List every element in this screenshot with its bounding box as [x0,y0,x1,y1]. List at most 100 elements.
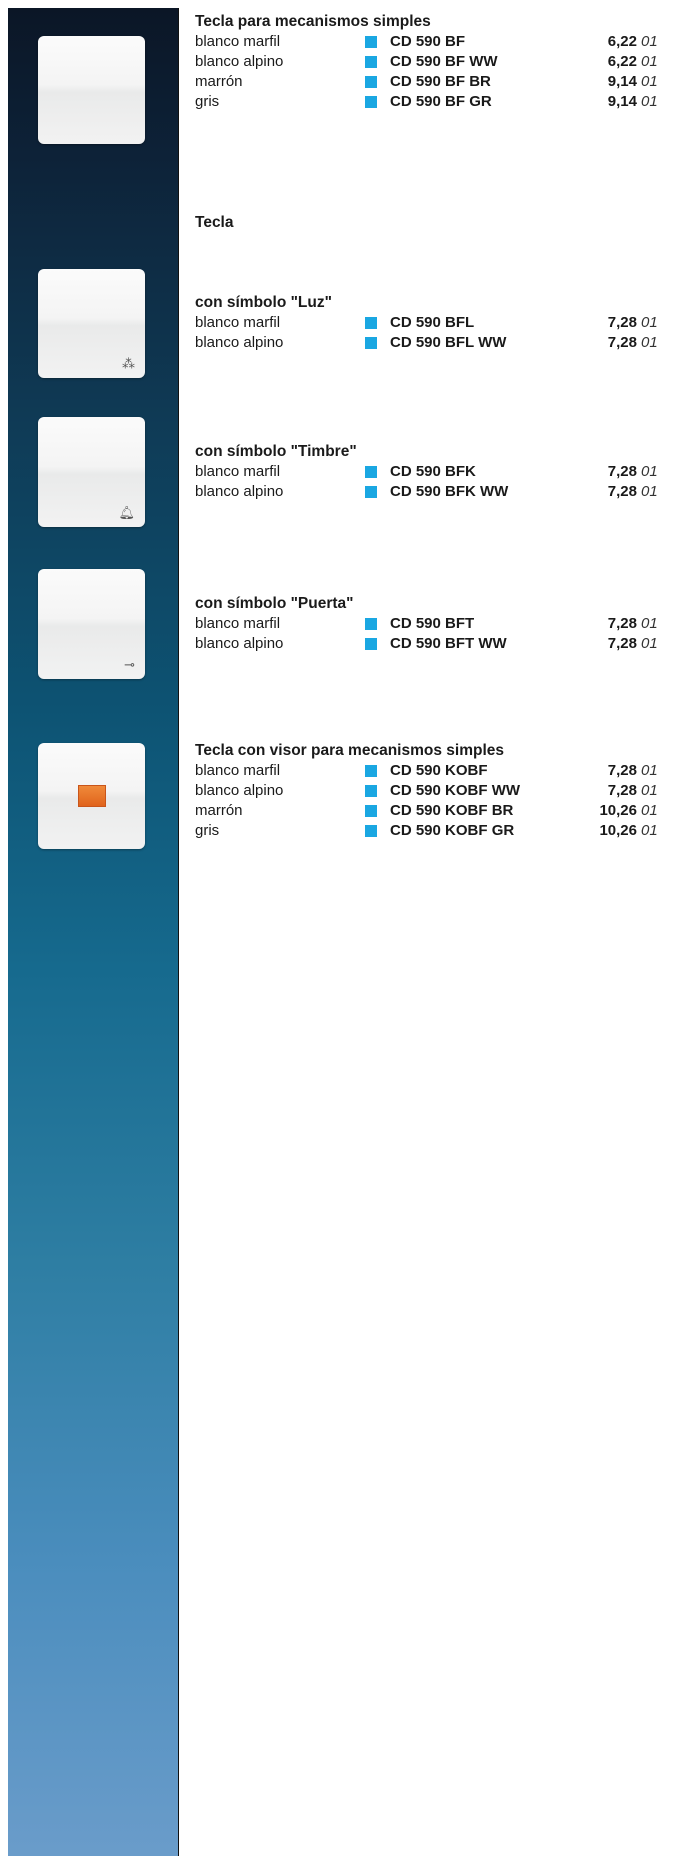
section-heading: Tecla para mecanismos simples [195,13,431,30]
price: 6,22 [607,53,637,70]
color-variant: blanco alpino [195,483,284,500]
product-code: CD 590 BFL WW [390,334,507,351]
pack-qty: 01 [641,782,658,799]
section-simbolo-timbre: con símbolo "Timbre" blanco marfil CD 59… [195,442,673,502]
product-row: blanco marfil CD 590 BFK 7,28 01 [195,462,673,482]
price: 7,28 [607,782,637,799]
section-tecla-visor: Tecla con visor para mecanismos simples … [195,741,673,841]
product-row: gris CD 590 BF GR 9,14 01 [195,92,673,112]
product-code: CD 590 BF GR [390,93,492,110]
product-row: blanco marfil CD 590 KOBF 7,28 01 [195,761,673,781]
product-row: blanco alpino CD 590 BFL WW 7,28 01 [195,333,673,353]
section-simbolo-puerta: con símbolo "Puerta" blanco marfil CD 59… [195,594,673,654]
pack-qty: 01 [641,463,658,480]
color-variant: blanco alpino [195,635,284,652]
price: 7,28 [607,334,637,351]
orange-visor-window [78,785,106,807]
product-row: blanco marfil CD 590 BFL 7,28 01 [195,313,673,333]
section-tecla-simple: Tecla para mecanismos simples blanco mar… [195,12,673,112]
switch-plate-visor-image [38,743,145,849]
square-marker-icon [365,765,377,777]
price: 9,14 [607,73,637,90]
color-variant: marrón [195,73,243,90]
section-heading: con símbolo "Puerta" [195,595,354,612]
square-marker-icon [365,486,377,498]
product-row: marrón CD 590 KOBF BR 10,26 01 [195,801,673,821]
square-marker-icon [365,337,377,349]
switch-plate-bell-image: 🔔︎ [38,417,145,527]
product-row: blanco marfil CD 590 BF 6,22 01 [195,32,673,52]
pack-qty: 01 [641,93,658,110]
price: 10,26 [599,802,637,819]
product-code: CD 590 KOBF BR [390,802,514,819]
pack-qty: 01 [641,53,658,70]
section-heading: Tecla con visor para mecanismos simples [195,742,504,759]
section-tecla: Tecla [195,213,673,233]
color-variant: blanco alpino [195,53,284,70]
section-simbolo-luz: con símbolo "Luz" blanco marfil CD 590 B… [195,293,673,353]
square-marker-icon [365,618,377,630]
product-row: blanco marfil CD 590 BFT 7,28 01 [195,614,673,634]
price: 7,28 [607,463,637,480]
price: 7,28 [607,635,637,652]
price: 7,28 [607,483,637,500]
pack-qty: 01 [641,615,658,632]
color-variant: blanco alpino [195,782,284,799]
color-variant: blanco marfil [195,314,281,331]
color-variant: blanco marfil [195,762,281,779]
product-code: CD 590 KOBF WW [390,782,521,799]
price: 10,26 [599,822,637,839]
section-heading: con símbolo "Luz" [195,294,332,311]
pack-qty: 01 [641,73,658,90]
price: 7,28 [607,314,637,331]
product-code: CD 590 BFK WW [390,483,509,500]
pack-qty: 01 [641,822,658,839]
square-marker-icon [365,825,377,837]
color-variant: blanco marfil [195,463,281,480]
switch-plate-plain-image [38,36,145,144]
pack-qty: 01 [641,802,658,819]
product-code: CD 590 KOBF GR [390,822,515,839]
product-code: CD 590 BFK [390,463,476,480]
switch-plate-key-image: ⊸ [38,569,145,679]
color-variant: blanco marfil [195,615,281,632]
switch-plate-light-image: ⁂ [38,269,145,378]
bell-symbol-icon: 🔔︎ [118,506,135,521]
price: 7,28 [607,615,637,632]
square-marker-icon [365,96,377,108]
product-row: blanco alpino CD 590 KOBF WW 7,28 01 [195,781,673,801]
color-variant: marrón [195,802,243,819]
color-variant: blanco alpino [195,334,284,351]
light-symbol-icon: ⁂ [122,357,135,372]
product-row: blanco alpino CD 590 BFK WW 7,28 01 [195,482,673,502]
product-code: CD 590 BF [390,33,466,50]
pack-qty: 01 [641,314,658,331]
product-row: blanco alpino CD 590 BF WW 6,22 01 [195,52,673,72]
color-variant: gris [195,822,220,839]
pack-qty: 01 [641,635,658,652]
product-code: CD 590 BFT [390,615,475,632]
key-symbol-icon: ⊸ [124,658,135,673]
product-code: CD 590 BF BR [390,73,491,90]
color-variant: gris [195,93,220,110]
product-row: marrón CD 590 BF BR 9,14 01 [195,72,673,92]
product-row: blanco alpino CD 590 BFT WW 7,28 01 [195,634,673,654]
product-list: Tecla para mecanismos simples blanco mar… [195,0,673,1856]
vertical-divider [178,8,179,1856]
square-marker-icon [365,76,377,88]
section-heading: con símbolo "Timbre" [195,443,357,460]
square-marker-icon [365,317,377,329]
product-code: CD 590 BFT WW [390,635,507,652]
price: 7,28 [607,762,637,779]
product-code: CD 590 KOBF [390,762,488,779]
square-marker-icon [365,466,377,478]
pack-qty: 01 [641,334,658,351]
pack-qty: 01 [641,762,658,779]
color-variant: blanco marfil [195,33,281,50]
section-heading: Tecla [195,214,234,231]
product-code: CD 590 BFL [390,314,475,331]
product-row: gris CD 590 KOBF GR 10,26 01 [195,821,673,841]
price: 6,22 [607,33,637,50]
pack-qty: 01 [641,483,658,500]
square-marker-icon [365,805,377,817]
